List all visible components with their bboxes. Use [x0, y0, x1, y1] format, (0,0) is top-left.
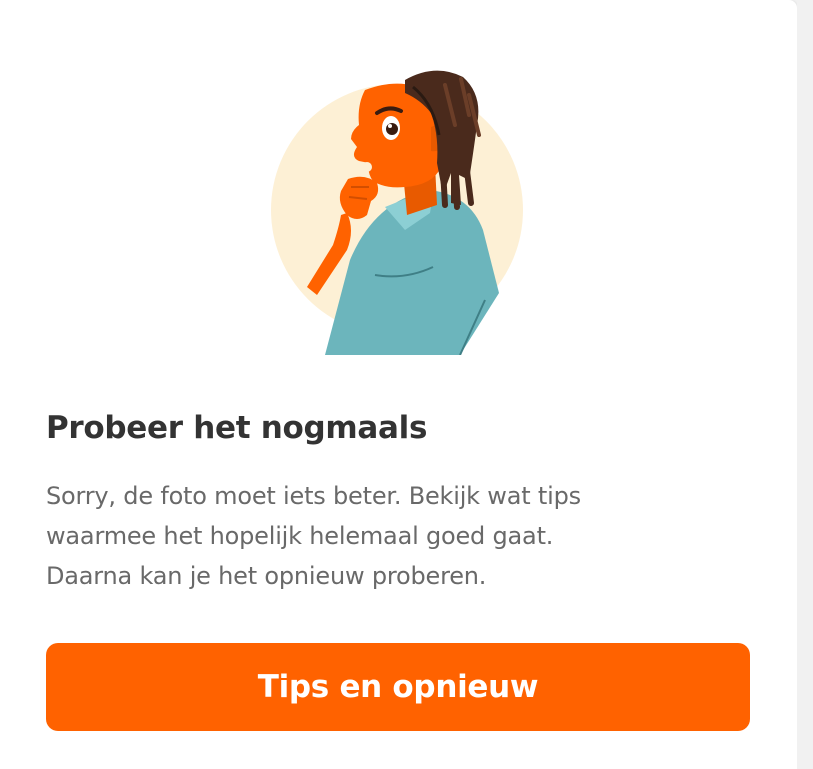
- message-line-1: Sorry, de foto moet iets beter. Bekijk w…: [46, 482, 581, 510]
- error-message: Sorry, de foto moet iets beter. Bekijk w…: [46, 476, 746, 596]
- thinking-person-illustration: [271, 70, 523, 355]
- page-title: Probeer het nogmaals: [46, 410, 428, 446]
- message-line-2: waarmee het hopelijk helemaal goed gaat.: [46, 522, 554, 550]
- page-edge: [797, 0, 813, 769]
- tips-and-retry-button[interactable]: Tips en opnieuw: [46, 643, 750, 731]
- result-card: Probeer het nogmaals Sorry, de foto moet…: [0, 0, 797, 769]
- message-line-3: Daarna kan je het opnieuw proberen.: [46, 562, 487, 590]
